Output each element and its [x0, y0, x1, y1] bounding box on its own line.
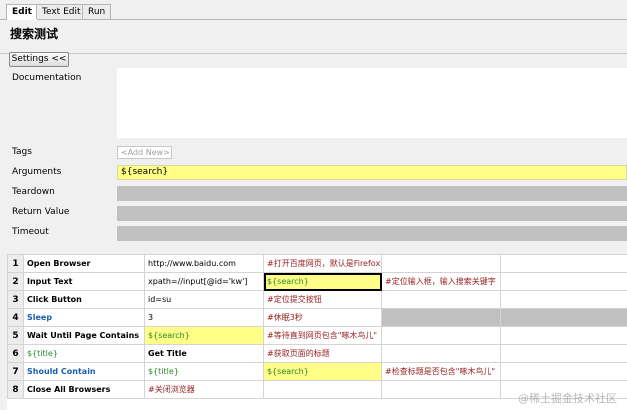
- grid-cell[interactable]: Wait Until Page Contains: [23, 326, 145, 345]
- grid-cell[interactable]: id=su: [144, 290, 264, 309]
- documentation-label: Documentation: [12, 73, 82, 83]
- tab-text-edit[interactable]: Text Edit: [36, 4, 87, 19]
- watermark: @稀土掘金技术社区: [518, 392, 617, 405]
- page-title: 搜索测试: [10, 27, 59, 41]
- grid-cell[interactable]: #获取页面的标题: [263, 344, 382, 363]
- grid-cell[interactable]: [381, 308, 501, 327]
- tab-run[interactable]: Run: [82, 4, 112, 19]
- row-number[interactable]: 6: [7, 344, 24, 363]
- row-number[interactable]: 8: [7, 380, 24, 399]
- grid-cell[interactable]: [500, 362, 627, 381]
- grid-cell[interactable]: Click Button: [23, 290, 145, 309]
- row-number[interactable]: 7: [7, 362, 24, 381]
- grid-cell[interactable]: Close All Browsers: [23, 380, 145, 399]
- grid-cell[interactable]: [381, 326, 501, 345]
- table-row: 2 Input Text xpath=//input[@id='kw'] ${s…: [7, 272, 627, 291]
- grid-cell[interactable]: [500, 308, 627, 327]
- grid-cell[interactable]: #检查标题是否包含"啄木鸟儿": [381, 362, 501, 381]
- grid-cell[interactable]: Input Text: [23, 272, 145, 291]
- grid-cell[interactable]: Should Contain: [23, 362, 145, 381]
- timeout-label: Timeout: [12, 227, 49, 237]
- grid-cell[interactable]: #定位提交按钮: [263, 290, 382, 309]
- timeout-field[interactable]: [117, 226, 627, 241]
- grid-cell[interactable]: #打开百度网页，默认是Firefox浏: [263, 254, 382, 273]
- table-row: 5 Wait Until Page Contains ${search} #等待…: [7, 326, 627, 345]
- table-row: 4 Sleep 3 #休眠3秒: [7, 308, 627, 327]
- add-tag-button[interactable]: <Add New>: [117, 146, 172, 159]
- grid-cell[interactable]: [381, 254, 501, 273]
- table-row: 7 Should Contain ${title} ${search} #检查标…: [7, 362, 627, 381]
- steps-grid: 1 Open Browser http://www.baidu.com #打开百…: [7, 254, 627, 410]
- grid-cell[interactable]: ${title}: [144, 362, 264, 381]
- tab-edit[interactable]: Edit: [6, 4, 38, 20]
- table-row: 6 ${title} Get Title #获取页面的标题: [7, 344, 627, 363]
- grid-cell[interactable]: [500, 344, 627, 363]
- grid-cell[interactable]: [500, 272, 627, 291]
- grid-cell[interactable]: Open Browser: [23, 254, 145, 273]
- tags-label: Tags: [12, 147, 32, 157]
- grid-cell[interactable]: ${search}: [263, 362, 382, 381]
- grid-cell[interactable]: 3: [144, 308, 264, 327]
- row-number[interactable]: 5: [7, 326, 24, 345]
- row-number[interactable]: 2: [7, 272, 24, 291]
- return-value-field[interactable]: [117, 206, 627, 221]
- settings-divider: [0, 53, 627, 54]
- grid-cell-selected[interactable]: ${search}: [263, 272, 382, 291]
- grid-cell[interactable]: [381, 380, 501, 399]
- grid-cell[interactable]: #等待直到网页包含"啄木鸟儿": [263, 326, 382, 345]
- grid-cell[interactable]: #定位输入框，输入搜索关键字: [381, 272, 501, 291]
- row-number[interactable]: 4: [7, 308, 24, 327]
- grid-cell[interactable]: Sleep: [23, 308, 145, 327]
- documentation-field[interactable]: [117, 68, 627, 138]
- grid-cell[interactable]: [381, 344, 501, 363]
- row-number[interactable]: 3: [7, 290, 24, 309]
- grid-cell[interactable]: [263, 380, 382, 399]
- grid-cell[interactable]: ${search}: [144, 326, 264, 345]
- grid-cell[interactable]: http://www.baidu.com: [144, 254, 264, 273]
- grid-cell[interactable]: [500, 254, 627, 273]
- arguments-label: Arguments: [12, 167, 62, 177]
- grid-cell[interactable]: xpath=//input[@id='kw']: [144, 272, 264, 291]
- return-value-label: Return Value: [12, 207, 70, 217]
- row-number[interactable]: 1: [7, 254, 24, 273]
- grid-cell[interactable]: [500, 290, 627, 309]
- table-row: 1 Open Browser http://www.baidu.com #打开百…: [7, 254, 627, 273]
- teardown-label: Teardown: [12, 187, 55, 197]
- grid-cell[interactable]: [500, 326, 627, 345]
- grid-cell[interactable]: ${title}: [23, 344, 145, 363]
- arguments-field[interactable]: ${search}: [117, 165, 627, 180]
- table-row: 3 Click Button id=su #定位提交按钮: [7, 290, 627, 309]
- settings-button[interactable]: Settings <<: [9, 52, 69, 67]
- teardown-field[interactable]: [117, 186, 627, 201]
- grid-cell[interactable]: #关闭浏览器: [144, 380, 264, 399]
- grid-cell[interactable]: Get Title: [144, 344, 264, 363]
- grid-cell[interactable]: #休眠3秒: [263, 308, 382, 327]
- tab-bar: Edit Text Edit Run: [0, 0, 627, 20]
- grid-cell[interactable]: [381, 290, 501, 309]
